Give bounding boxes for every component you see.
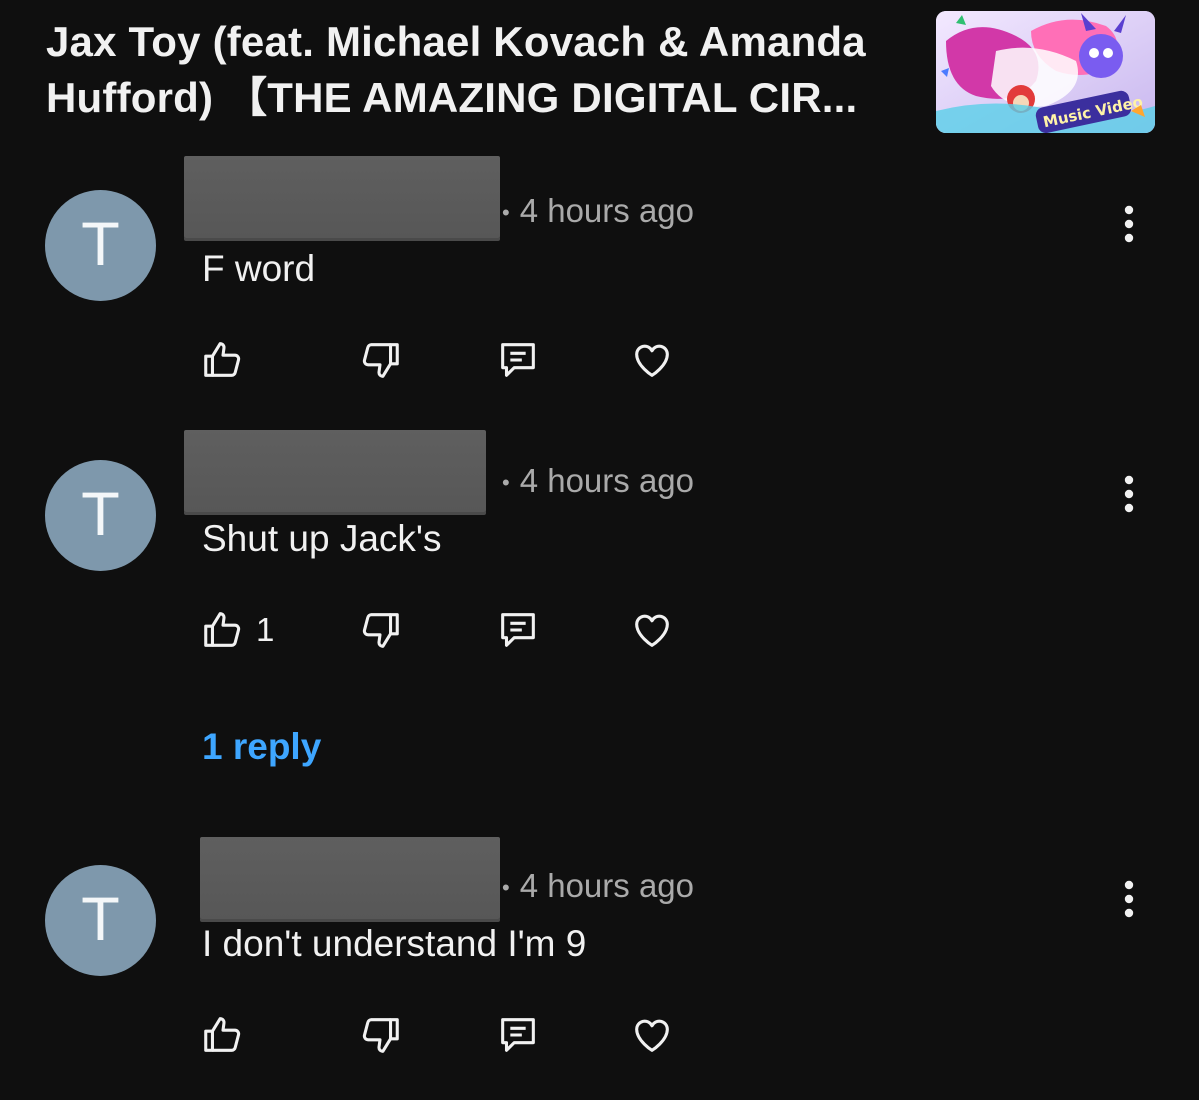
more-options-button[interactable] (1117, 204, 1141, 244)
like-button[interactable] (200, 607, 246, 653)
view-replies-link[interactable]: 1 reply (202, 726, 321, 768)
heart-button[interactable] (629, 1012, 675, 1058)
dislike-button[interactable] (357, 1012, 403, 1058)
more-vertical-icon (1124, 475, 1134, 513)
dislike-button[interactable] (357, 607, 403, 653)
more-options-button[interactable] (1117, 474, 1141, 514)
comment-actions: 1 (0, 607, 800, 657)
comment-meta: • 4 hours ago (502, 867, 694, 905)
comment-item: T • 4 hours ago Shut up Jack's 1 (0, 420, 1199, 660)
heart-icon (635, 614, 669, 647)
more-vertical-icon (1124, 205, 1134, 243)
thumbs-up-icon (204, 1017, 241, 1052)
comment-meta: • 4 hours ago (502, 192, 694, 230)
comment-icon (501, 1018, 535, 1052)
avatar[interactable]: T (45, 460, 156, 571)
video-thumbnail[interactable]: Music Video (936, 11, 1155, 133)
video-title[interactable]: Jax Toy (feat. Michael Kovach & Amanda H… (46, 14, 916, 126)
thumbs-down-icon (362, 1018, 399, 1053)
separator-dot: • (502, 470, 510, 496)
author-name-redacted (200, 837, 500, 919)
comment-text: F word (202, 248, 316, 289)
comment-time: 4 hours ago (519, 867, 695, 904)
comment-actions (0, 1012, 800, 1062)
separator-dot: • (502, 875, 510, 901)
heart-button[interactable] (629, 337, 675, 383)
reply-button[interactable] (495, 1012, 541, 1058)
avatar[interactable]: T (45, 865, 156, 976)
more-vertical-icon (1124, 880, 1134, 918)
more-options-button[interactable] (1117, 879, 1141, 919)
avatar[interactable]: T (45, 190, 156, 301)
comment-item: T • 4 hours ago F word (0, 150, 1199, 390)
comment-text: Shut up Jack's (202, 518, 442, 559)
thumbs-up-icon (204, 612, 241, 647)
heart-icon (635, 1019, 669, 1052)
like-count: 1 (256, 611, 275, 648)
thumbs-down-icon (362, 343, 399, 378)
like-button[interactable] (200, 337, 246, 383)
reply-button[interactable] (495, 337, 541, 383)
author-name-redacted (184, 430, 486, 512)
author-name-redacted (184, 156, 500, 238)
separator-dot: • (502, 200, 510, 226)
thumbs-up-icon (204, 342, 241, 377)
comment-time: 4 hours ago (519, 462, 695, 499)
comment-icon (501, 343, 535, 377)
heart-button[interactable] (629, 607, 675, 653)
reply-button[interactable] (495, 607, 541, 653)
comment-icon (501, 613, 535, 647)
thumbs-down-icon (362, 613, 399, 648)
comment-time: 4 hours ago (519, 192, 695, 229)
comment-actions (0, 337, 800, 387)
dislike-button[interactable] (357, 337, 403, 383)
heart-icon (635, 344, 669, 377)
like-button[interactable] (200, 1012, 246, 1058)
comment-meta: • 4 hours ago (502, 462, 694, 500)
music-video-thumbnail-icon: Music Video (936, 11, 1155, 133)
comment-item: T • 4 hours ago I don't understand I'm 9 (0, 825, 1199, 1065)
comment-text: I don't understand I'm 9 (202, 923, 587, 964)
